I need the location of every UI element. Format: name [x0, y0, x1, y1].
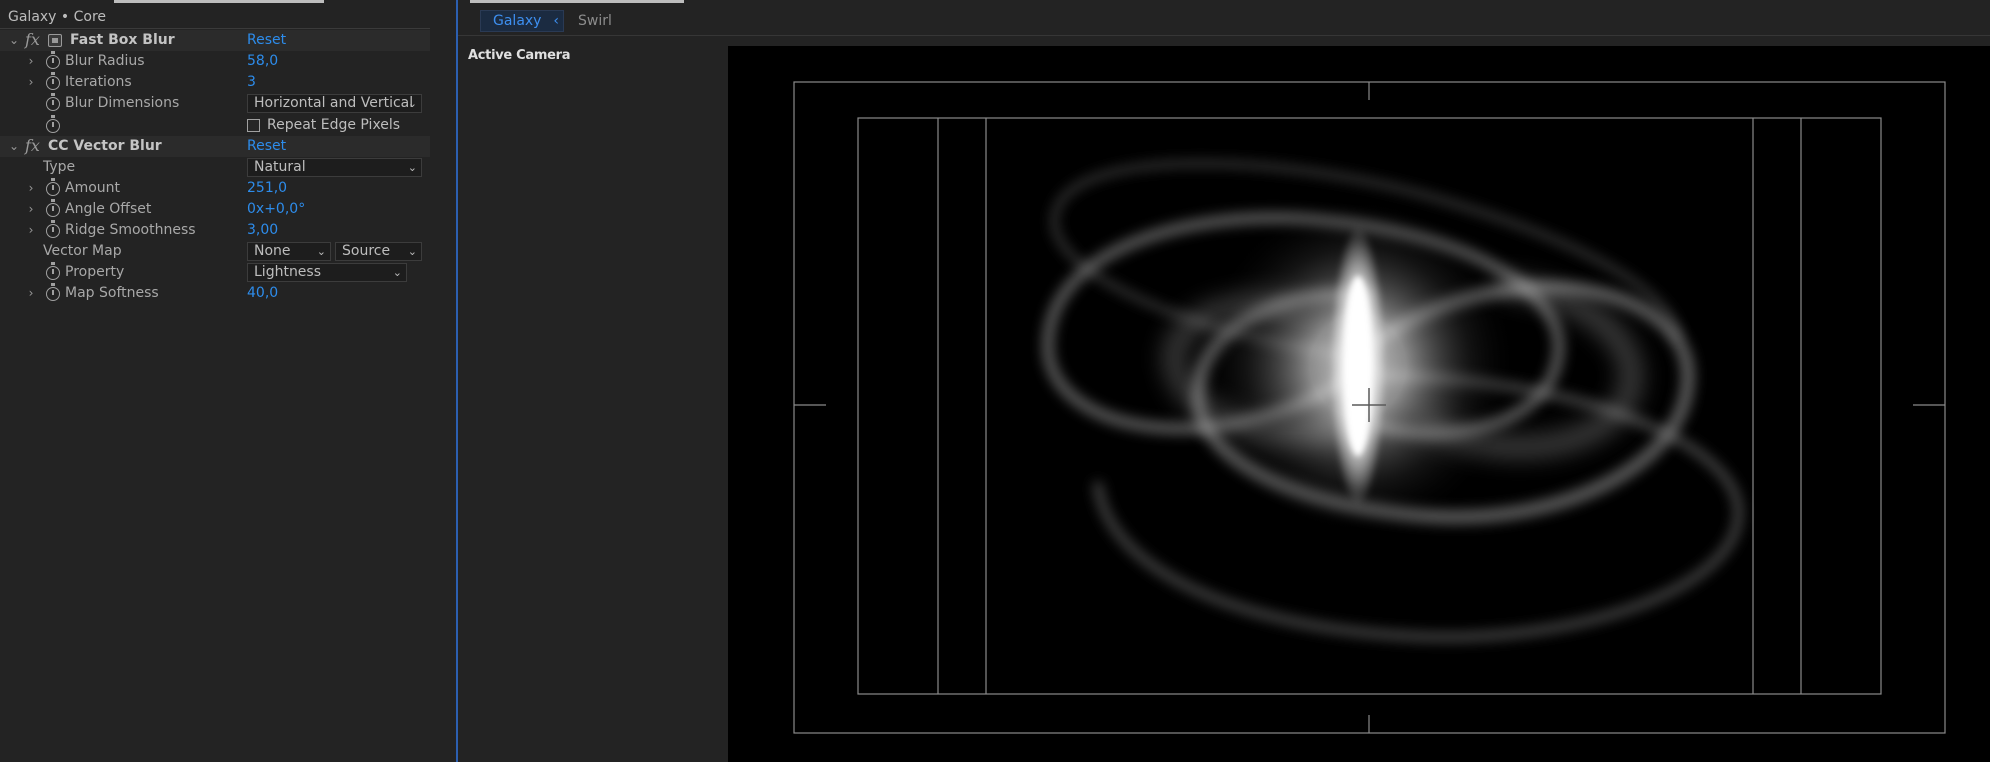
chevron-right-icon[interactable]: ›: [25, 223, 37, 237]
checkbox-icon[interactable]: [247, 119, 260, 132]
property-vector-map[interactable]: Vector Map None ⌄ Source ⌄: [0, 241, 430, 262]
chevron-down-icon[interactable]: ⌄: [8, 33, 20, 47]
reset-button[interactable]: Reset: [247, 138, 286, 154]
property-blur-radius[interactable]: › Blur Radius 58,0: [0, 51, 430, 72]
composition-viewer: Galaxy ‹ Swirl Active Camera: [458, 0, 1990, 762]
property-label: Vector Map: [43, 243, 122, 259]
checkbox-label[interactable]: Repeat Edge Pixels: [267, 117, 400, 133]
tab-galaxy[interactable]: Galaxy ‹: [480, 10, 564, 32]
effect-name: Fast Box Blur: [70, 32, 175, 48]
property-label: Iterations: [65, 74, 132, 90]
after-effects-workspace: Galaxy • Core ⌄ fx Fast Box Blur Reset ›…: [0, 0, 1990, 762]
chevron-down-icon: ⌄: [407, 97, 417, 110]
composition-tab-bar: Galaxy ‹ Swirl: [458, 4, 1990, 36]
tab-label: Galaxy: [493, 13, 542, 29]
amount-value[interactable]: 251,0: [247, 180, 287, 196]
blur-radius-value[interactable]: 58,0: [247, 53, 278, 69]
panel-tab-indicator[interactable]: [470, 0, 684, 3]
dropdown-value: Horizontal and Vertical: [254, 95, 414, 111]
property-map-softness[interactable]: › Map Softness 40,0: [0, 283, 430, 304]
chevron-down-icon: ⌄: [392, 266, 402, 279]
stopwatch-icon[interactable]: [46, 199, 60, 217]
property-amount[interactable]: › Amount 251,0: [0, 178, 430, 199]
stopwatch-icon[interactable]: [46, 51, 60, 69]
dropdown-value: Source: [342, 243, 391, 259]
property-type[interactable]: Type Natural ⌄: [0, 157, 430, 178]
divider: [0, 28, 430, 29]
vector-map-source-dropdown[interactable]: Source ⌄: [335, 242, 422, 261]
tab-swirl[interactable]: Swirl: [578, 13, 612, 29]
property-blur-dimensions[interactable]: Blur Dimensions Horizontal and Vertical …: [0, 93, 430, 114]
type-dropdown[interactable]: Natural ⌄: [247, 158, 422, 177]
chevron-right-icon[interactable]: ›: [25, 286, 37, 300]
chevron-down-icon[interactable]: ⌄: [8, 139, 20, 153]
effect-fast-box-blur[interactable]: ⌄ fx Fast Box Blur Reset: [0, 30, 430, 51]
property-label: Property: [65, 264, 125, 280]
property-label: Blur Radius: [65, 53, 145, 69]
effect-cc-vector-blur[interactable]: ⌄ fx CC Vector Blur Reset: [0, 136, 430, 157]
property-label: Amount: [65, 180, 121, 196]
vector-map-layer-dropdown[interactable]: None ⌄: [247, 242, 331, 261]
property-property[interactable]: Property Lightness ⌄: [0, 262, 430, 283]
stopwatch-icon[interactable]: [46, 93, 60, 111]
galaxy-render: [793, 81, 1946, 734]
stopwatch-icon[interactable]: [46, 72, 60, 90]
property-label: Angle Offset: [65, 201, 152, 217]
property-repeat-edge-pixels[interactable]: Repeat Edge Pixels: [0, 115, 430, 136]
fx-icon[interactable]: fx: [25, 30, 40, 49]
active-camera-label: Active Camera: [468, 48, 571, 63]
dropdown-value: Natural: [254, 159, 306, 175]
blur-dimensions-dropdown[interactable]: Horizontal and Vertical ⌄: [247, 94, 422, 113]
stopwatch-icon[interactable]: [46, 262, 60, 280]
stopwatch-icon[interactable]: [46, 220, 60, 238]
chevron-right-icon[interactable]: ›: [25, 181, 37, 195]
chevron-right-icon[interactable]: ›: [25, 75, 37, 89]
fx-icon[interactable]: fx: [25, 136, 40, 155]
property-label: Type: [43, 159, 76, 175]
ridge-smoothness-value[interactable]: 3,00: [247, 222, 278, 238]
chevron-down-icon: ⌄: [407, 161, 417, 174]
stopwatch-icon[interactable]: [46, 178, 60, 196]
stopwatch-icon[interactable]: [46, 283, 60, 301]
dropdown-value: None: [254, 243, 291, 259]
iterations-value[interactable]: 3: [247, 74, 256, 90]
stopwatch-icon[interactable]: [46, 115, 60, 133]
property-angle-offset[interactable]: › Angle Offset 0x+0,0°: [0, 199, 430, 220]
gpu-accelerated-icon: [48, 34, 62, 47]
property-dropdown[interactable]: Lightness ⌄: [247, 263, 407, 282]
effect-name: CC Vector Blur: [48, 138, 162, 154]
composition-canvas[interactable]: [728, 46, 1990, 762]
breadcrumb: Galaxy • Core: [8, 9, 107, 25]
dropdown-value: Lightness: [254, 264, 322, 280]
property-iterations[interactable]: › Iterations 3: [0, 72, 430, 93]
chevron-right-icon[interactable]: ›: [25, 54, 37, 68]
map-softness-value[interactable]: 40,0: [247, 285, 278, 301]
reset-button[interactable]: Reset: [247, 32, 286, 48]
property-label: Map Softness: [65, 285, 159, 301]
chevron-left-icon[interactable]: ‹: [553, 11, 559, 31]
effect-controls-panel: Galaxy • Core ⌄ fx Fast Box Blur Reset ›…: [0, 0, 456, 762]
property-label: Blur Dimensions: [65, 95, 180, 111]
chevron-down-icon: ⌄: [407, 245, 417, 258]
chevron-right-icon[interactable]: ›: [25, 202, 37, 216]
property-label: Ridge Smoothness: [65, 222, 196, 238]
angle-offset-value[interactable]: 0x+0,0°: [247, 201, 305, 217]
chevron-down-icon: ⌄: [316, 245, 326, 258]
panel-tab-indicator[interactable]: [114, 0, 324, 3]
core-highlight: [1344, 276, 1372, 456]
property-ridge-smoothness[interactable]: › Ridge Smoothness 3,00: [0, 220, 430, 241]
